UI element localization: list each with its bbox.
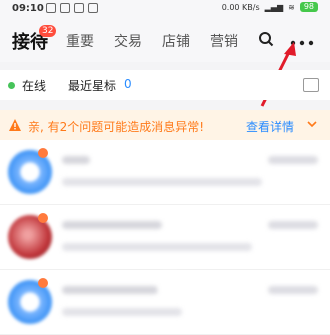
- battery-icon: 98: [299, 2, 318, 12]
- status-bar: 09:10 0.00 KB/s ▂▄▆ ≋ 98: [0, 0, 330, 18]
- status-time: 09:10: [12, 3, 44, 14]
- blurred-time: [268, 156, 318, 164]
- status-right: 0.00 KB/s ▂▄▆ ≋ 98: [222, 2, 318, 12]
- tab-store[interactable]: 店铺: [162, 31, 190, 51]
- unread-dot: [38, 278, 48, 288]
- tab-important[interactable]: 重要: [66, 31, 94, 51]
- blurred-time: [268, 221, 318, 229]
- list-item[interactable]: [0, 140, 330, 205]
- watermark: [160, 272, 180, 294]
- conversation-list: [0, 140, 330, 335]
- warning-icon: [9, 119, 21, 131]
- tab-marketing[interactable]: 营销: [210, 31, 238, 51]
- blurred-name: [62, 221, 162, 229]
- network-speed: 0.00 KB/s: [221, 2, 260, 12]
- notification-icon: [46, 3, 56, 13]
- tab-trade[interactable]: 交易: [114, 31, 142, 51]
- warning-banner[interactable]: 亲, 有2个问题可能造成消息异常! 查看详情: [0, 110, 330, 140]
- online-status-dot: [8, 82, 15, 89]
- list-item[interactable]: [0, 205, 330, 270]
- notification-icon: [74, 3, 84, 13]
- star-count: 0: [124, 77, 132, 91]
- notification-icon: [60, 3, 70, 13]
- online-filter[interactable]: 在线: [22, 77, 46, 94]
- blurred-time: [268, 286, 318, 294]
- blurred-preview: [62, 178, 262, 186]
- view-details-link[interactable]: 查看详情: [246, 118, 294, 135]
- warning-message: 亲, 有2个问题可能造成消息异常!: [28, 120, 205, 134]
- blurred-preview: [62, 243, 252, 251]
- blurred-preview: [62, 308, 182, 316]
- filter-bar: 在线 最近星标 0: [0, 70, 330, 100]
- unread-badge: 32: [39, 25, 57, 37]
- unread-dot: [38, 148, 48, 158]
- signal-icon: ▂▄▆: [264, 2, 284, 12]
- status-app-icons: [46, 3, 98, 13]
- chevron-down-icon[interactable]: [306, 118, 318, 130]
- contact-card-icon[interactable]: [303, 78, 319, 92]
- blurred-name: [62, 286, 158, 294]
- unread-dot: [38, 213, 48, 223]
- blurred-name: [62, 156, 90, 164]
- recent-star-filter[interactable]: 最近星标: [68, 77, 116, 94]
- notification-icon: [88, 3, 98, 13]
- wifi-icon: ≋: [288, 2, 295, 12]
